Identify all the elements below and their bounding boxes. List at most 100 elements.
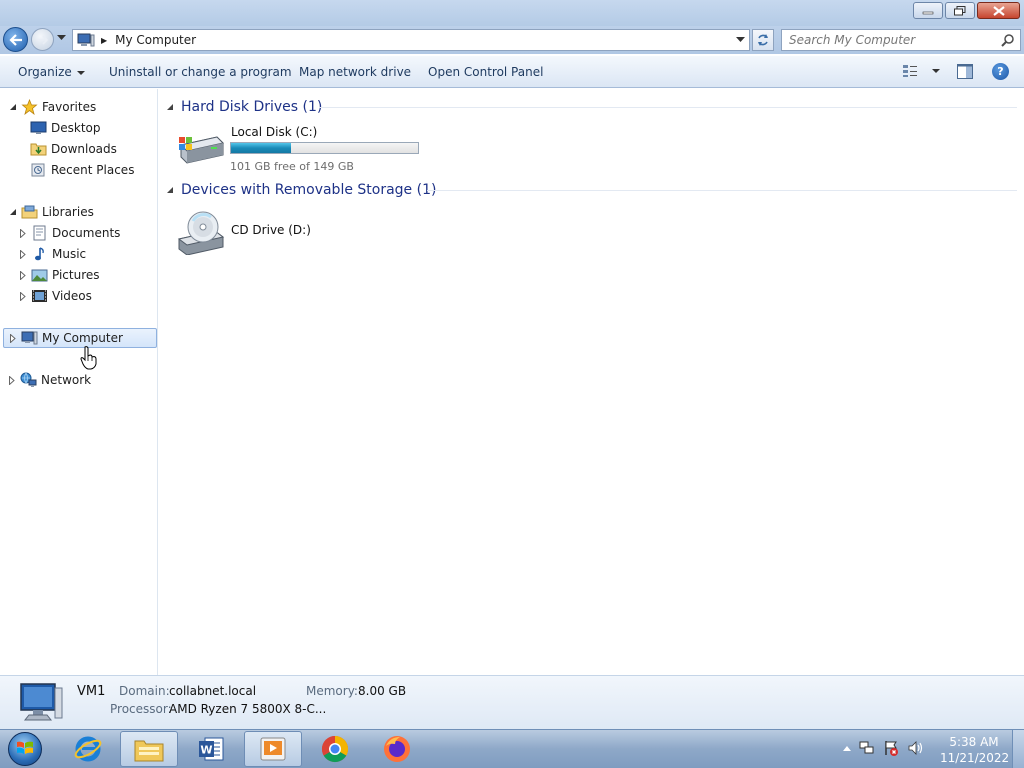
expand-icon[interactable] [19,249,27,259]
taskbar-firefox[interactable] [368,731,426,767]
forward-button[interactable] [31,28,54,51]
memory-value: 8.00 GB [358,684,407,698]
processor-value: AMD Ryzen 7 5800X 8-C... [169,702,327,716]
sidebar-item-label: Recent Places [51,163,135,177]
main-content: Hard Disk Drives (1) Local Disk (C:) 101… [159,89,1024,675]
sidebar-item-desktop[interactable]: Desktop [30,118,101,138]
refresh-button[interactable] [752,29,774,51]
desktop-icon [30,121,47,134]
memory-label: Memory: [306,684,358,698]
search-box[interactable] [781,29,1021,51]
navigation-bar: ▶ My Computer [0,26,1024,54]
volume-icon[interactable] [907,740,923,756]
clock[interactable]: 5:38 AM 11/21/2022 [940,734,1009,766]
firefox-icon [384,736,410,762]
group-divider [319,107,1017,108]
address-bar[interactable]: ▶ My Computer [72,29,750,51]
show-hidden-icons-icon[interactable] [843,745,851,751]
media-player-icon [260,737,286,761]
collapse-icon[interactable] [9,103,17,111]
downloads-folder-icon [30,143,47,156]
videos-icon [32,290,47,302]
drive-name: Local Disk (C:) [231,125,318,139]
cd-drive-d[interactable]: CD Drive (D:) [159,207,429,257]
expand-icon[interactable] [19,291,27,301]
disk-usage-fill [231,143,291,153]
help-button[interactable]: ? [992,63,1009,80]
sidebar-item-label: Music [52,247,87,261]
collapse-icon[interactable] [167,103,174,111]
search-icon[interactable] [1001,33,1015,47]
sidebar-item-my-computer[interactable]: My Computer [3,328,157,348]
title-bar [0,0,1024,26]
domain-label: Domain: [119,684,170,698]
details-pane: VM1 Domain: collabnet.local Memory: 8.00… [0,675,1024,729]
taskbar-word[interactable]: W [182,731,240,767]
search-input[interactable] [782,30,992,50]
recent-pages-dropdown[interactable] [57,35,66,41]
restore-button[interactable] [945,2,975,19]
collapse-icon[interactable] [167,186,174,194]
taskbar-chrome[interactable] [306,731,364,767]
computer-name: VM1 [77,684,106,699]
action-center-icon[interactable] [883,740,899,756]
taskbar-media-player[interactable] [244,731,302,767]
address-history-dropdown[interactable] [736,37,745,43]
group-header-hard-disk-drives[interactable]: Hard Disk Drives (1) [167,97,322,117]
sidebar-item-music[interactable]: Music [19,244,86,264]
expand-icon[interactable] [19,270,27,280]
sidebar-item-label: My Computer [42,331,123,345]
clock-time: 5:38 AM [949,735,999,749]
system-tray [843,740,923,756]
preview-pane-icon[interactable] [957,64,973,79]
show-desktop-button[interactable] [1012,730,1024,768]
minimize-icon [922,11,934,14]
change-view-button[interactable] [902,64,940,78]
computer-icon [21,331,38,345]
expand-icon[interactable] [9,333,17,343]
refresh-icon [758,34,768,46]
back-button[interactable] [3,27,28,52]
computer-icon [77,33,95,47]
uninstall-program-button[interactable]: Uninstall or change a program [109,65,292,79]
view-options-icon [903,65,917,77]
processor-label: Processor: [110,702,172,716]
expand-icon[interactable] [19,228,27,238]
breadcrumb-separator[interactable]: ▶ [101,36,107,45]
breadcrumb[interactable]: My Computer [115,33,196,47]
sidebar-item-videos[interactable]: Videos [19,286,92,306]
group-header-removable-storage[interactable]: Devices with Removable Storage (1) [167,180,436,200]
taskbar-file-explorer[interactable] [120,731,178,767]
domain-value: collabnet.local [169,684,257,698]
file-explorer-icon [134,740,164,762]
help-icon: ? [997,65,1004,78]
documents-icon [33,225,46,241]
group-divider [427,190,1017,191]
sidebar-item-documents[interactable]: Documents [19,223,120,243]
sidebar-item-downloads[interactable]: Downloads [30,139,117,159]
drive-free-space: 101 GB free of 149 GB [230,160,354,173]
window-controls [913,2,1020,19]
collapse-icon[interactable] [9,208,17,216]
start-button[interactable] [5,730,45,768]
drive-name: CD Drive (D:) [231,223,311,237]
navigation-pane: Favorites Desktop Downloads Recent Place… [0,89,158,675]
restore-icon [954,5,966,15]
local-disk-c[interactable]: Local Disk (C:) 101 GB free of 149 GB [159,123,429,173]
expand-icon[interactable] [8,375,16,385]
star-icon [21,99,38,115]
sidebar-item-network[interactable]: Network [8,370,91,390]
cd-drive-icon [177,211,225,255]
minimize-button[interactable] [913,2,943,19]
map-network-drive-button[interactable]: Map network drive [299,65,411,79]
organize-menu[interactable]: Organize [18,65,85,79]
open-control-panel-button[interactable]: Open Control Panel [428,65,543,79]
sidebar-item-pictures[interactable]: Pictures [19,265,100,285]
close-button[interactable] [977,2,1020,19]
computer-icon [20,683,63,721]
sidebar-item-libraries[interactable]: Libraries [9,202,94,222]
sidebar-item-recent-places[interactable]: Recent Places [30,160,134,180]
network-status-icon[interactable] [859,740,875,756]
sidebar-item-favorites[interactable]: Favorites [9,97,96,117]
taskbar-internet-explorer[interactable] [59,731,117,767]
